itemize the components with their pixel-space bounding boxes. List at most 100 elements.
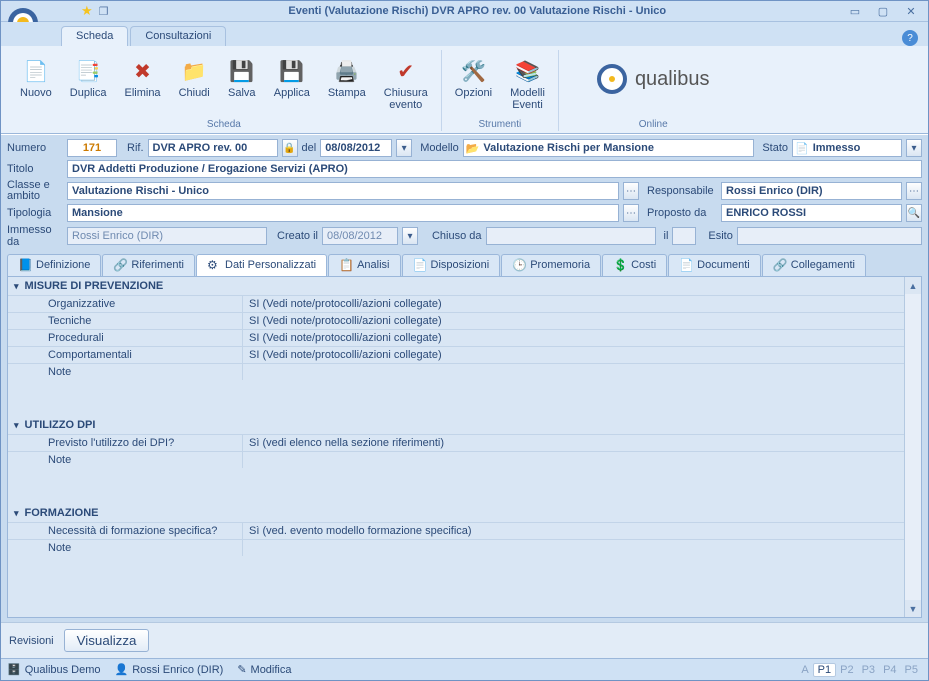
tab-dati-personalizzati[interactable]: ⚙Dati Personalizzati (196, 254, 327, 276)
applica-button[interactable]: 💾Applica (269, 54, 315, 102)
responsabile-input[interactable] (721, 182, 902, 200)
chiusura-button[interactable]: ✔Chiusura evento (379, 54, 433, 114)
elimina-button[interactable]: ✖Elimina (119, 54, 165, 102)
tab-analisi[interactable]: 📋Analisi (328, 254, 400, 276)
documents-icon: 📄 (679, 258, 693, 272)
duplica-button[interactable]: 📑Duplica (65, 54, 112, 102)
minimize-button[interactable]: ▭ (846, 5, 864, 18)
property-value (243, 364, 904, 380)
tab-collegamenti[interactable]: 🔗Collegamenti (762, 254, 866, 276)
property-row[interactable]: Note (8, 363, 904, 380)
brand-link[interactable]: qualibus (567, 54, 740, 104)
vertical-scrollbar[interactable]: ▲ ▼ (904, 277, 921, 617)
modelli-button[interactable]: 📚Modelli Eventi (505, 54, 550, 114)
chiudi-button[interactable]: 📁Chiudi (174, 54, 215, 102)
section-title: UTILIZZO DPI (25, 419, 96, 431)
tab-costi[interactable]: 💲Costi (602, 254, 667, 276)
scroll-up-button[interactable]: ▲ (905, 277, 921, 294)
new-window-icon[interactable]: ❐ (99, 5, 109, 18)
status-user: 👤Rossi Enrico (DIR) (115, 663, 224, 676)
classe-label: Classe e ambito (7, 180, 63, 202)
folder-close-icon: 📁 (180, 57, 208, 85)
favorite-icon[interactable]: ★ (81, 3, 93, 19)
group-title-strumenti: Strumenti (478, 117, 521, 131)
scroll-down-button[interactable]: ▼ (905, 600, 921, 617)
titolo-input[interactable] (67, 160, 922, 178)
close-button[interactable]: ✕ (902, 5, 920, 18)
salva-button[interactable]: 💾Salva (223, 54, 261, 102)
reminder-icon: 🕒 (512, 258, 526, 272)
property-row[interactable]: Necessità di formazione specifica?Sì (ve… (8, 522, 904, 539)
property-row[interactable]: OrganizzativeSI (Vedi note/protocolli/az… (8, 295, 904, 312)
del-date-dropdown[interactable]: ▾ (396, 139, 412, 157)
property-row[interactable]: Note (8, 539, 904, 556)
group-title-scheda: Scheda (207, 117, 241, 131)
brand-icon (597, 64, 627, 94)
page-link[interactable]: P2 (836, 664, 857, 676)
save-icon: 💾 (228, 57, 256, 85)
stampa-button[interactable]: 🖨️Stampa (323, 54, 371, 102)
delete-icon: ✖ (129, 57, 157, 85)
tipologia-lookup-button[interactable]: ⋯ (623, 204, 639, 222)
page-link[interactable]: P3 (858, 664, 879, 676)
db-icon: 🗄️ (7, 663, 21, 676)
property-row[interactable]: TecnicheSI (Vedi note/protocolli/azioni … (8, 312, 904, 329)
ribbon-tab-scheda[interactable]: Scheda (61, 26, 128, 46)
stato-field[interactable]: 📄 Immesso (792, 139, 902, 157)
maximize-button[interactable]: ▢ (874, 5, 892, 18)
property-row[interactable]: ComportamentaliSI (Vedi note/protocolli/… (8, 346, 904, 363)
rif-input[interactable] (148, 139, 278, 157)
tab-riferimenti[interactable]: 🔗Riferimenti (102, 254, 195, 276)
ribbon-group-strumenti: 🛠️Opzioni 📚Modelli Eventi Strumenti (442, 50, 559, 131)
tipologia-input[interactable] (67, 204, 619, 222)
section-header[interactable]: ▾UTILIZZO DPI (8, 416, 904, 434)
tab-disposizioni[interactable]: 📄Disposizioni (402, 254, 501, 276)
stato-dropdown[interactable]: ▾ (906, 139, 922, 157)
property-row[interactable]: ProceduraliSI (Vedi note/protocolli/azio… (8, 329, 904, 346)
classe-lookup-button[interactable]: ⋯ (623, 182, 639, 200)
creato-dropdown[interactable]: ▾ (402, 227, 418, 245)
proposto-input[interactable] (721, 204, 902, 222)
help-icon[interactable]: ? (902, 30, 918, 46)
opzioni-button[interactable]: 🛠️Opzioni (450, 54, 497, 102)
modello-label: Modello (420, 142, 459, 154)
titolo-label: Titolo (7, 163, 63, 175)
numero-input[interactable] (67, 139, 117, 157)
section-header[interactable]: ▾MISURE DI PREVENZIONE (8, 277, 904, 295)
proposto-search-icon[interactable]: 🔍 (906, 204, 922, 222)
page-link[interactable]: P5 (901, 664, 922, 676)
il-input (672, 227, 696, 245)
proposto-label: Proposto da (647, 207, 717, 219)
visualizza-button[interactable]: Visualizza (64, 629, 150, 652)
property-value: Sì (vedi elenco nella sezione riferiment… (243, 435, 904, 451)
page-link[interactable]: A (797, 664, 812, 676)
property-row[interactable]: Previsto l'utilizzo dei DPI?Sì (vedi ele… (8, 434, 904, 451)
tab-definizione[interactable]: 📘Definizione (7, 254, 101, 276)
customdata-icon: ⚙ (207, 258, 221, 272)
classe-input[interactable] (67, 182, 619, 200)
form-area: Numero Rif. 🔒 del ▾ Modello 📂 Valutazion… (1, 134, 928, 250)
new-icon: 📄 (22, 57, 50, 85)
property-key: Organizzative (8, 296, 243, 312)
section-grid: OrganizzativeSI (Vedi note/protocolli/az… (8, 295, 904, 380)
tab-documenti[interactable]: 📄Documenti (668, 254, 761, 276)
status-pages: AP1P2P3P4P5 (797, 664, 922, 676)
del-date-input[interactable] (320, 139, 392, 157)
section-grid: Necessità di formazione specifica?Sì (ve… (8, 522, 904, 556)
section-header[interactable]: ▾FORMAZIONE (8, 504, 904, 522)
tab-promemoria[interactable]: 🕒Promemoria (501, 254, 601, 276)
responsabile-label: Responsabile (647, 185, 717, 197)
ribbon-tab-consultazioni[interactable]: Consultazioni (130, 26, 226, 46)
status-mode: ✎Modifica (237, 663, 291, 676)
definition-icon: 📘 (18, 258, 32, 272)
nuovo-button[interactable]: 📄Nuovo (15, 54, 57, 102)
page-link[interactable]: P4 (879, 664, 900, 676)
rif-lock-icon[interactable]: 🔒 (282, 139, 298, 157)
property-value: SI (Vedi note/protocolli/azioni collegat… (243, 296, 904, 312)
ribbon-tab-row: Scheda Consultazioni ? (1, 22, 928, 46)
modello-field[interactable]: 📂 Valutazione Rischi per Mansione (463, 139, 755, 157)
responsabile-lookup-button[interactable]: ⋯ (906, 182, 922, 200)
page-link[interactable]: P1 (813, 663, 836, 677)
property-row[interactable]: Note (8, 451, 904, 468)
books-icon: 📚 (514, 57, 542, 85)
